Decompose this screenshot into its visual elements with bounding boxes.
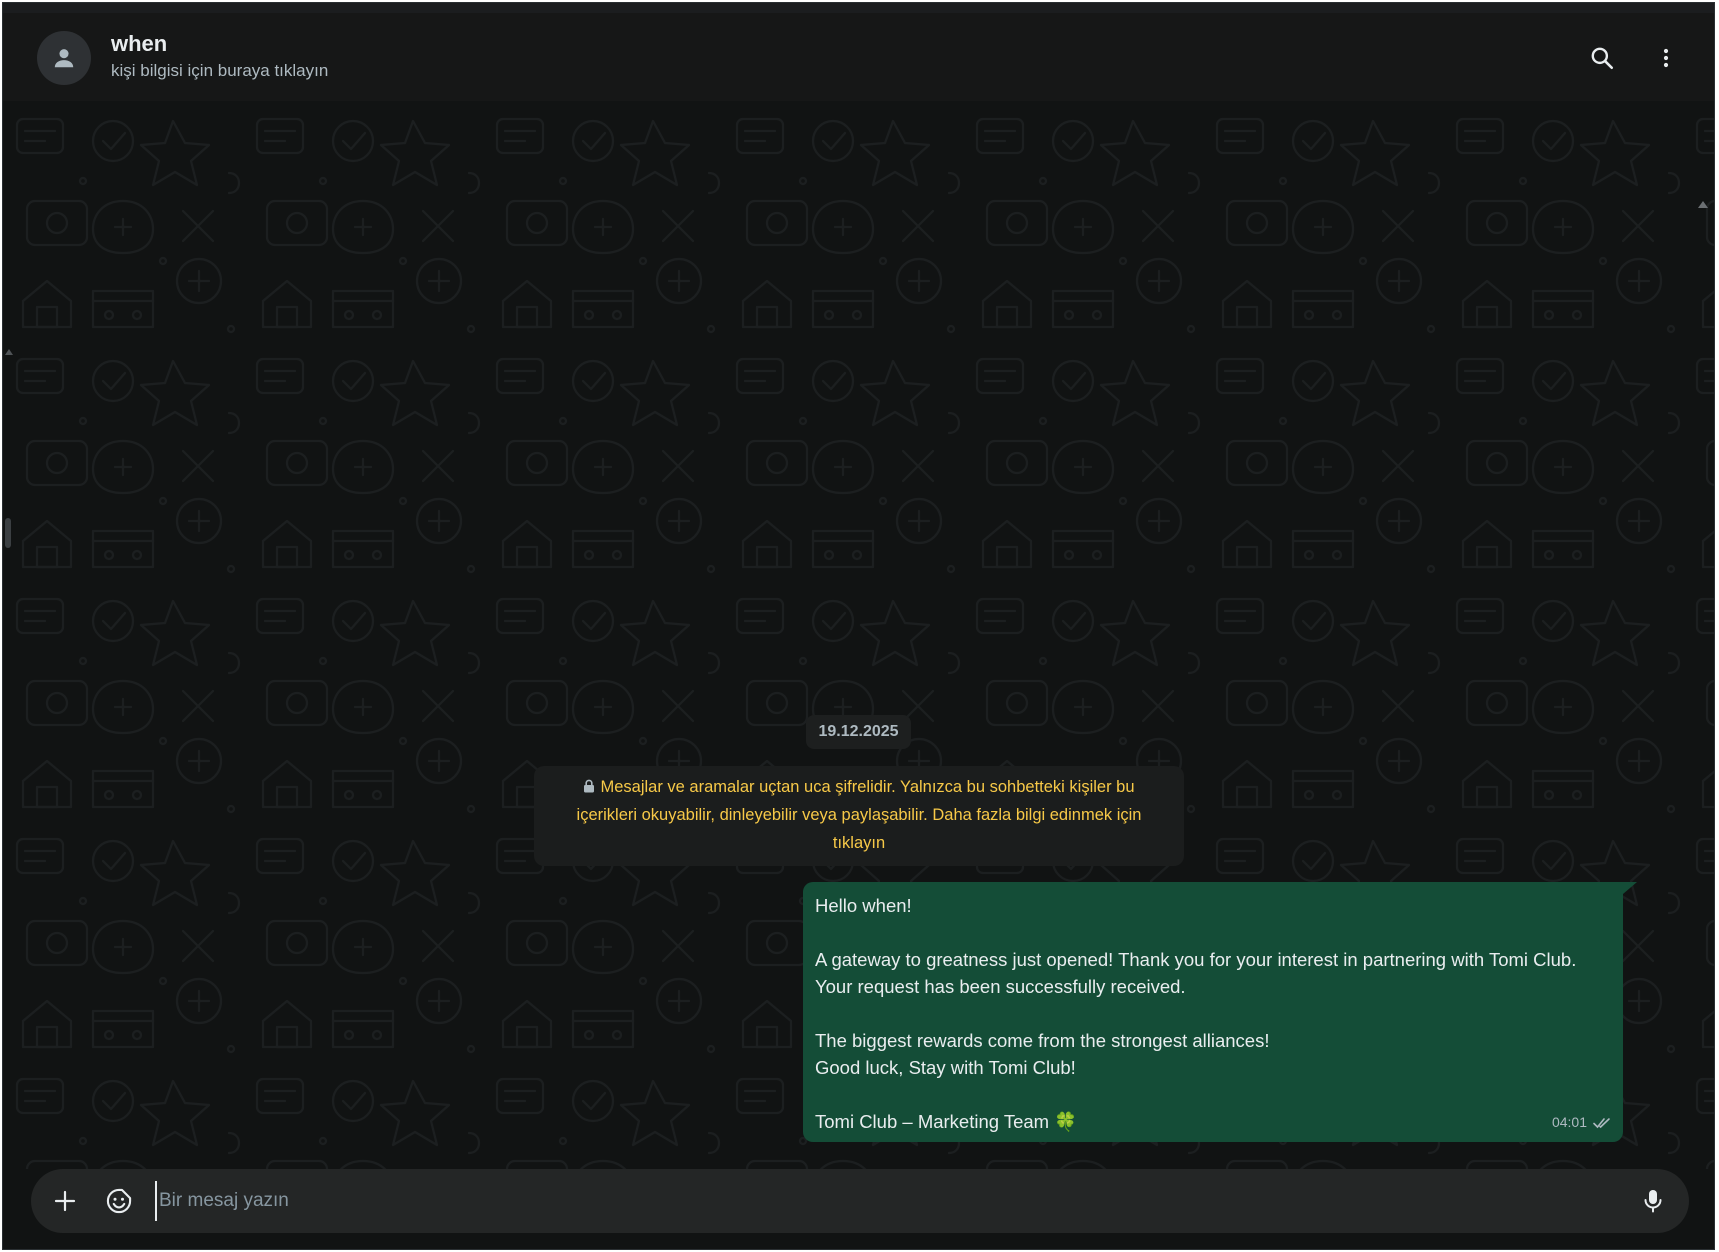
outgoing-message[interactable]: Hello when! A gateway to greatness just … xyxy=(803,882,1623,1142)
sticker-button[interactable] xyxy=(99,1181,139,1221)
bubble-tail xyxy=(1623,882,1637,894)
contact-name: when xyxy=(111,31,168,56)
message-line: Your request has been successfully recei… xyxy=(815,976,1186,997)
search-icon xyxy=(1591,47,1614,70)
sticker-icon xyxy=(106,1188,132,1214)
search-button[interactable] xyxy=(1582,38,1622,78)
person-icon xyxy=(54,49,74,68)
window-top-strip xyxy=(3,3,1714,13)
message-composer xyxy=(31,1169,1689,1233)
message-line: Hello when! xyxy=(815,895,912,916)
message-pane[interactable]: 19.12.2025 Mesajlar ve aramalar uçtan uc… xyxy=(3,101,1714,1169)
message-input[interactable] xyxy=(155,1181,1615,1221)
encryption-notice[interactable]: Mesajlar ve aramalar uçtan uca şifrelidi… xyxy=(534,766,1184,866)
message-line: Tomi Club – Marketing Team 🍀 xyxy=(815,1111,1078,1132)
message-line: A gateway to greatness just opened! Than… xyxy=(815,949,1577,970)
composer-area xyxy=(3,1169,1714,1249)
encryption-notice-text: Mesajlar ve aramalar uçtan uca şifrelidi… xyxy=(576,778,1142,852)
message-line: The biggest rewards come from the strong… xyxy=(815,1030,1270,1051)
message-time: 04:01 xyxy=(1551,1114,1587,1130)
contact-info[interactable]: when kişi bilgisi için buraya tıklayın xyxy=(111,31,328,83)
lock-icon xyxy=(584,779,595,793)
plus-icon xyxy=(54,1190,76,1212)
left-panel-arrow xyxy=(5,349,13,355)
double-check-icon xyxy=(1593,1117,1610,1128)
message-meta: 04:01 xyxy=(1552,1109,1613,1136)
date-chip: 19.12.2025 xyxy=(806,715,911,749)
avatar[interactable] xyxy=(37,31,91,85)
scroll-up-arrow[interactable] xyxy=(1698,201,1708,208)
resize-handle[interactable] xyxy=(5,518,11,548)
chat-header[interactable]: when kişi bilgisi için buraya tıklayın xyxy=(3,13,1714,101)
more-vertical-icon xyxy=(1663,48,1669,68)
message-line: Good luck, Stay with Tomi Club! xyxy=(815,1057,1076,1078)
whatsapp-window: when kişi bilgisi için buraya tıklayın 1… xyxy=(2,2,1715,1250)
attach-button[interactable] xyxy=(45,1181,85,1221)
voice-button[interactable] xyxy=(1633,1181,1673,1221)
menu-button[interactable] xyxy=(1646,38,1686,78)
contact-subtitle: kişi bilgisi için buraya tıklayın xyxy=(111,61,329,80)
microphone-icon xyxy=(1644,1190,1662,1213)
